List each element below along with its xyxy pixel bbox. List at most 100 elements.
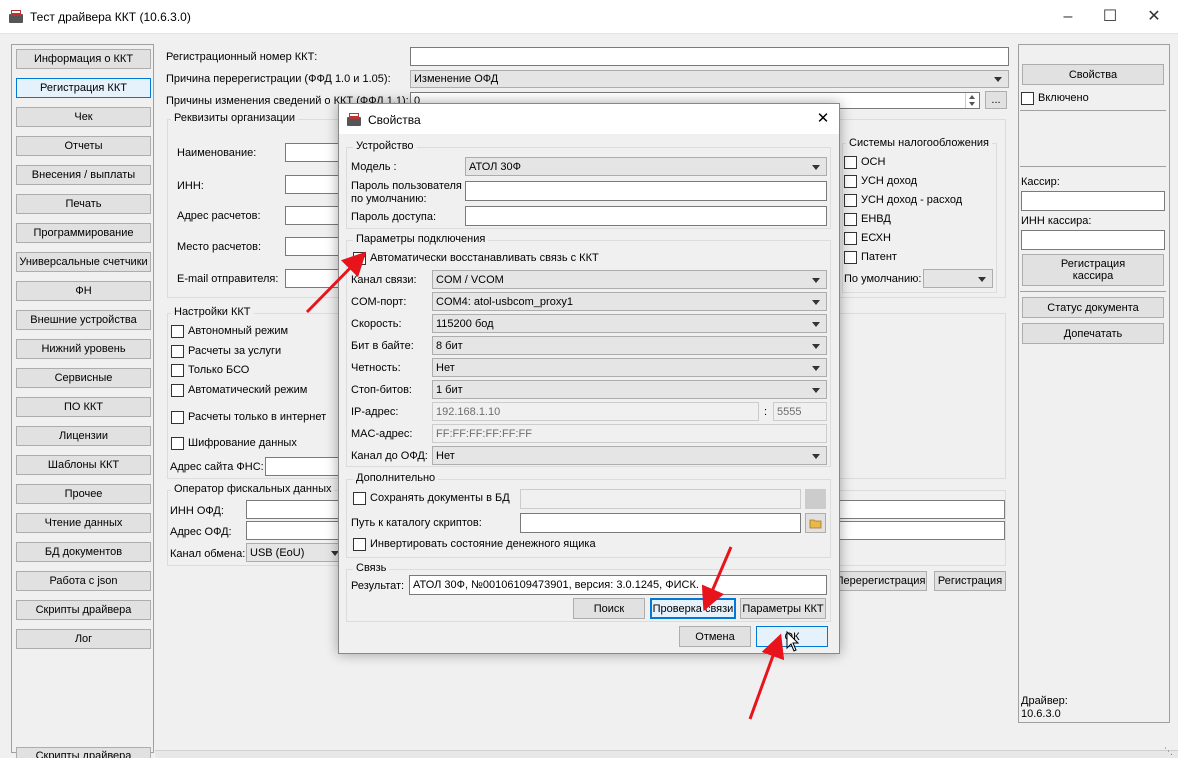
nav-item-15[interactable]: Прочее [16, 484, 151, 504]
nav-item-13[interactable]: Лицензии [16, 426, 151, 446]
user-password-input[interactable] [465, 181, 827, 201]
extra-group-label: Дополнительно [353, 472, 439, 484]
parity-combo[interactable]: Нет [432, 358, 827, 377]
nav-item-2[interactable]: Чек [16, 107, 151, 127]
changes-browse-button[interactable]: ... [985, 91, 1007, 109]
cancel-button[interactable]: Отмена [679, 626, 751, 647]
com-port-combo[interactable]: COM4: atol-usbcom_proxy1 [432, 292, 827, 311]
check-connection-button[interactable]: Проверка связи [650, 598, 736, 619]
reg-number-input[interactable] [410, 47, 1009, 66]
kkt-params-button[interactable]: Параметры ККТ [740, 598, 826, 619]
search-button[interactable]: Поиск [573, 598, 645, 619]
ofd-inn-input-left[interactable] [246, 500, 346, 519]
nav-item-7[interactable]: Универсальные счетчики [16, 252, 151, 272]
device-group-label: Устройство [353, 140, 417, 152]
invert-drawer-checkbox[interactable] [353, 538, 366, 551]
nav-item-12[interactable]: ПО ККТ [16, 397, 151, 417]
close-window-button[interactable]: ✕ [1136, 6, 1172, 28]
tax-checkbox-5[interactable] [844, 251, 857, 264]
nav-item-6[interactable]: Программирование [16, 223, 151, 243]
save-docs-browse-button[interactable] [805, 489, 826, 509]
nav-item-4[interactable]: Внесения / выплаты [16, 165, 151, 185]
nav-item-hidden[interactable]: Скрипты драйвера [16, 747, 151, 758]
properties-dialog: Свойства ✕ Устройство Модель : АТОЛ 30Ф … [338, 103, 840, 654]
enabled-checkbox[interactable] [1021, 92, 1034, 105]
nav-item-8[interactable]: ФН [16, 281, 151, 301]
nav-item-3[interactable]: Отчеты [16, 136, 151, 156]
cashier-input[interactable] [1021, 191, 1165, 211]
org-inn-input[interactable] [285, 175, 345, 194]
mac-input[interactable]: FF:FF:FF:FF:FF:FF [432, 424, 827, 443]
nav-item-19[interactable]: Скрипты драйвера [16, 600, 151, 620]
tax-checkbox-4[interactable] [844, 232, 857, 245]
auto-reconnect-checkbox[interactable] [353, 252, 366, 265]
nav-item-9[interactable]: Внешние устройства [16, 310, 151, 330]
ofd-address-input-left[interactable] [246, 521, 346, 540]
settings-group-label: Настройки ККТ [171, 306, 254, 318]
register-button[interactable]: Регистрация [934, 571, 1006, 591]
tax-checkbox-0[interactable] [844, 156, 857, 169]
tax-checkbox-1[interactable] [844, 175, 857, 188]
register-cashier-button[interactable]: Регистрация кассира [1022, 254, 1164, 286]
bits-combo[interactable]: 8 бит [432, 336, 827, 355]
save-docs-checkbox[interactable] [353, 492, 366, 505]
ofd-address-input-right[interactable] [838, 521, 1005, 540]
access-password-input[interactable] [465, 206, 827, 226]
nav-item-17[interactable]: БД документов [16, 542, 151, 562]
ok-button[interactable]: ОК [756, 626, 828, 647]
tax-checkbox-3[interactable] [844, 213, 857, 226]
settings-checkbox-5[interactable] [171, 437, 184, 450]
doc-status-button[interactable]: Статус документа [1022, 297, 1164, 318]
speed-combo[interactable]: 115200 бод [432, 314, 827, 333]
save-docs-path-input[interactable] [520, 489, 801, 509]
exchange-combo[interactable]: USB (EoU) [246, 543, 346, 562]
dialog-close-icon[interactable]: ✕ [811, 108, 835, 130]
cashier-inn-input[interactable] [1021, 230, 1165, 250]
tax-default-combo[interactable] [923, 269, 993, 288]
rereg-button[interactable]: Перерегистрация [834, 571, 927, 591]
maximize-button[interactable]: ☐ [1092, 6, 1128, 28]
settings-checkbox-2[interactable] [171, 364, 184, 377]
nav-item-20[interactable]: Лог [16, 629, 151, 649]
settings-checkbox-3[interactable] [171, 384, 184, 397]
nav-item-10[interactable]: Нижний уровень [16, 339, 151, 359]
scripts-browse-button[interactable] [805, 513, 826, 533]
nav-item-1[interactable]: Регистрация ККТ [16, 78, 151, 98]
nav-item-16[interactable]: Чтение данных [16, 513, 151, 533]
ip-input[interactable]: 192.168.1.10 [432, 402, 759, 421]
nav-item-0[interactable]: Информация о ККТ [16, 49, 151, 69]
properties-button[interactable]: Свойства [1022, 64, 1164, 85]
port-input[interactable]: 5555 [773, 402, 827, 421]
settings-checkbox-4[interactable] [171, 411, 184, 424]
fns-site-input[interactable] [265, 457, 345, 476]
minimize-button[interactable]: – [1050, 6, 1086, 28]
settings-checkbox-1[interactable] [171, 345, 184, 358]
org-email-input[interactable] [285, 269, 345, 288]
nav-item-5[interactable]: Печать [16, 194, 151, 214]
resize-grip-icon[interactable]: ⋱ [1164, 746, 1176, 756]
nav-item-11[interactable]: Сервисные [16, 368, 151, 388]
model-combo[interactable]: АТОЛ 30Ф [465, 157, 827, 176]
settings-checkbox-0[interactable] [171, 325, 184, 338]
org-name-input[interactable] [285, 143, 345, 162]
access-password-label: Пароль доступа: [351, 211, 437, 223]
nav-item-18[interactable]: Работа с json [16, 571, 151, 591]
ofd-inn-input-right[interactable] [838, 500, 1005, 519]
stop-bits-combo[interactable]: 1 бит [432, 380, 827, 399]
app-icon [347, 113, 361, 126]
scripts-path-input[interactable] [520, 513, 801, 533]
divider [1020, 166, 1166, 167]
changes-spinner[interactable] [965, 93, 979, 108]
port-separator: : [764, 406, 768, 418]
horizontal-scrollbar[interactable] [155, 750, 1178, 758]
reason-combo[interactable]: Изменение ОФД [410, 70, 1009, 88]
org-address-input[interactable] [285, 206, 345, 225]
tax-checkbox-2[interactable] [844, 194, 857, 207]
ofd-channel-combo[interactable]: Нет [432, 446, 827, 465]
nav-item-14[interactable]: Шаблоны ККТ [16, 455, 151, 475]
ofd-address-label: Адрес ОФД: [170, 526, 232, 538]
divider [1020, 110, 1166, 111]
org-place-input[interactable] [285, 237, 345, 256]
reprint-button[interactable]: Допечатать [1022, 323, 1164, 344]
channel-combo[interactable]: COM / VCOM [432, 270, 827, 289]
